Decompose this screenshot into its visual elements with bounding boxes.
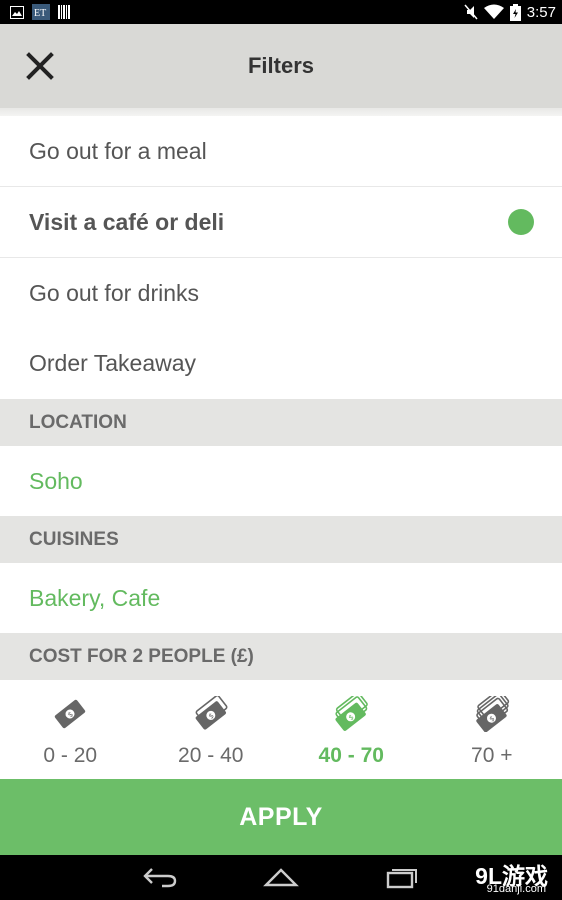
- banknotes-icon: $: [475, 696, 509, 732]
- cost-option-0-20[interactable]: $ 0 - 20: [0, 680, 141, 779]
- recent-apps-icon[interactable]: [384, 865, 420, 889]
- system-nav-bar: 9L游戏 91danji.com: [0, 855, 562, 900]
- status-bar: ET 3:57: [0, 0, 562, 24]
- option-go-out-meal[interactable]: Go out for a meal: [0, 116, 562, 187]
- cost-label: 40 - 70: [318, 744, 384, 767]
- mute-icon: [464, 4, 478, 20]
- back-icon[interactable]: [140, 865, 180, 889]
- watermark-sub: 91danji.com: [486, 883, 546, 895]
- cost-option-70-plus[interactable]: $ 70 +: [422, 680, 562, 779]
- page-title: Filters: [247, 53, 315, 78]
- section-cost-header: COST FOR 2 PEOPLE (£): [0, 633, 562, 680]
- section-cuisines-header: CUISINES: [0, 516, 562, 563]
- section-heading: CUISINES: [29, 528, 119, 550]
- option-label: Go out for a meal: [29, 137, 207, 164]
- selected-indicator-dot: [508, 209, 534, 235]
- apply-label: APPLY: [239, 802, 323, 831]
- section-location-header: LOCATION: [0, 399, 562, 446]
- image-icon: [10, 5, 24, 19]
- option-label: Visit a café or deli: [29, 208, 225, 235]
- cost-label: 0 - 20: [43, 744, 98, 767]
- header-divider: [0, 108, 562, 116]
- filters-header: Filters: [0, 24, 562, 108]
- watermark: 9L游戏 91danji.com: [428, 855, 548, 900]
- barcode-icon: [58, 5, 70, 19]
- et-app-icon: ET: [32, 4, 50, 20]
- location-value-row[interactable]: Soho: [0, 446, 562, 517]
- cost-options: $ 0 - 20 $ 20 - 40 $ 40 - 70 $ 70 +: [0, 680, 562, 779]
- close-icon[interactable]: [24, 50, 56, 82]
- cuisines-value: Bakery, Cafe: [29, 585, 161, 611]
- option-visit-cafe[interactable]: Visit a café or deli: [0, 187, 562, 258]
- cost-option-40-70[interactable]: $ 40 - 70: [281, 680, 422, 779]
- option-label: Order Takeaway: [29, 350, 197, 376]
- wifi-icon: [483, 4, 504, 19]
- banknotes-icon: $: [195, 696, 228, 730]
- section-heading: COST FOR 2 PEOPLE (£): [29, 645, 254, 667]
- cost-option-20-40[interactable]: $ 20 - 40: [141, 680, 282, 779]
- banknotes-icon: $: [335, 696, 369, 731]
- battery-icon: [509, 3, 521, 21]
- cuisines-value-row[interactable]: Bakery, Cafe: [0, 563, 562, 634]
- svg-text:ET: ET: [34, 8, 46, 19]
- cost-label: 20 - 40: [178, 744, 244, 767]
- banknote-icon: $: [55, 699, 86, 729]
- cost-label: 70 +: [471, 744, 513, 767]
- option-order-takeaway[interactable]: Order Takeaway: [0, 328, 562, 399]
- location-value: Soho: [29, 468, 83, 494]
- section-heading: LOCATION: [29, 411, 127, 433]
- apply-button[interactable]: APPLY: [0, 779, 562, 855]
- option-label: Go out for drinks: [29, 279, 200, 306]
- home-icon[interactable]: [263, 865, 299, 889]
- status-time: 3:57: [526, 3, 556, 21]
- option-go-out-drinks[interactable]: Go out for drinks: [0, 258, 562, 329]
